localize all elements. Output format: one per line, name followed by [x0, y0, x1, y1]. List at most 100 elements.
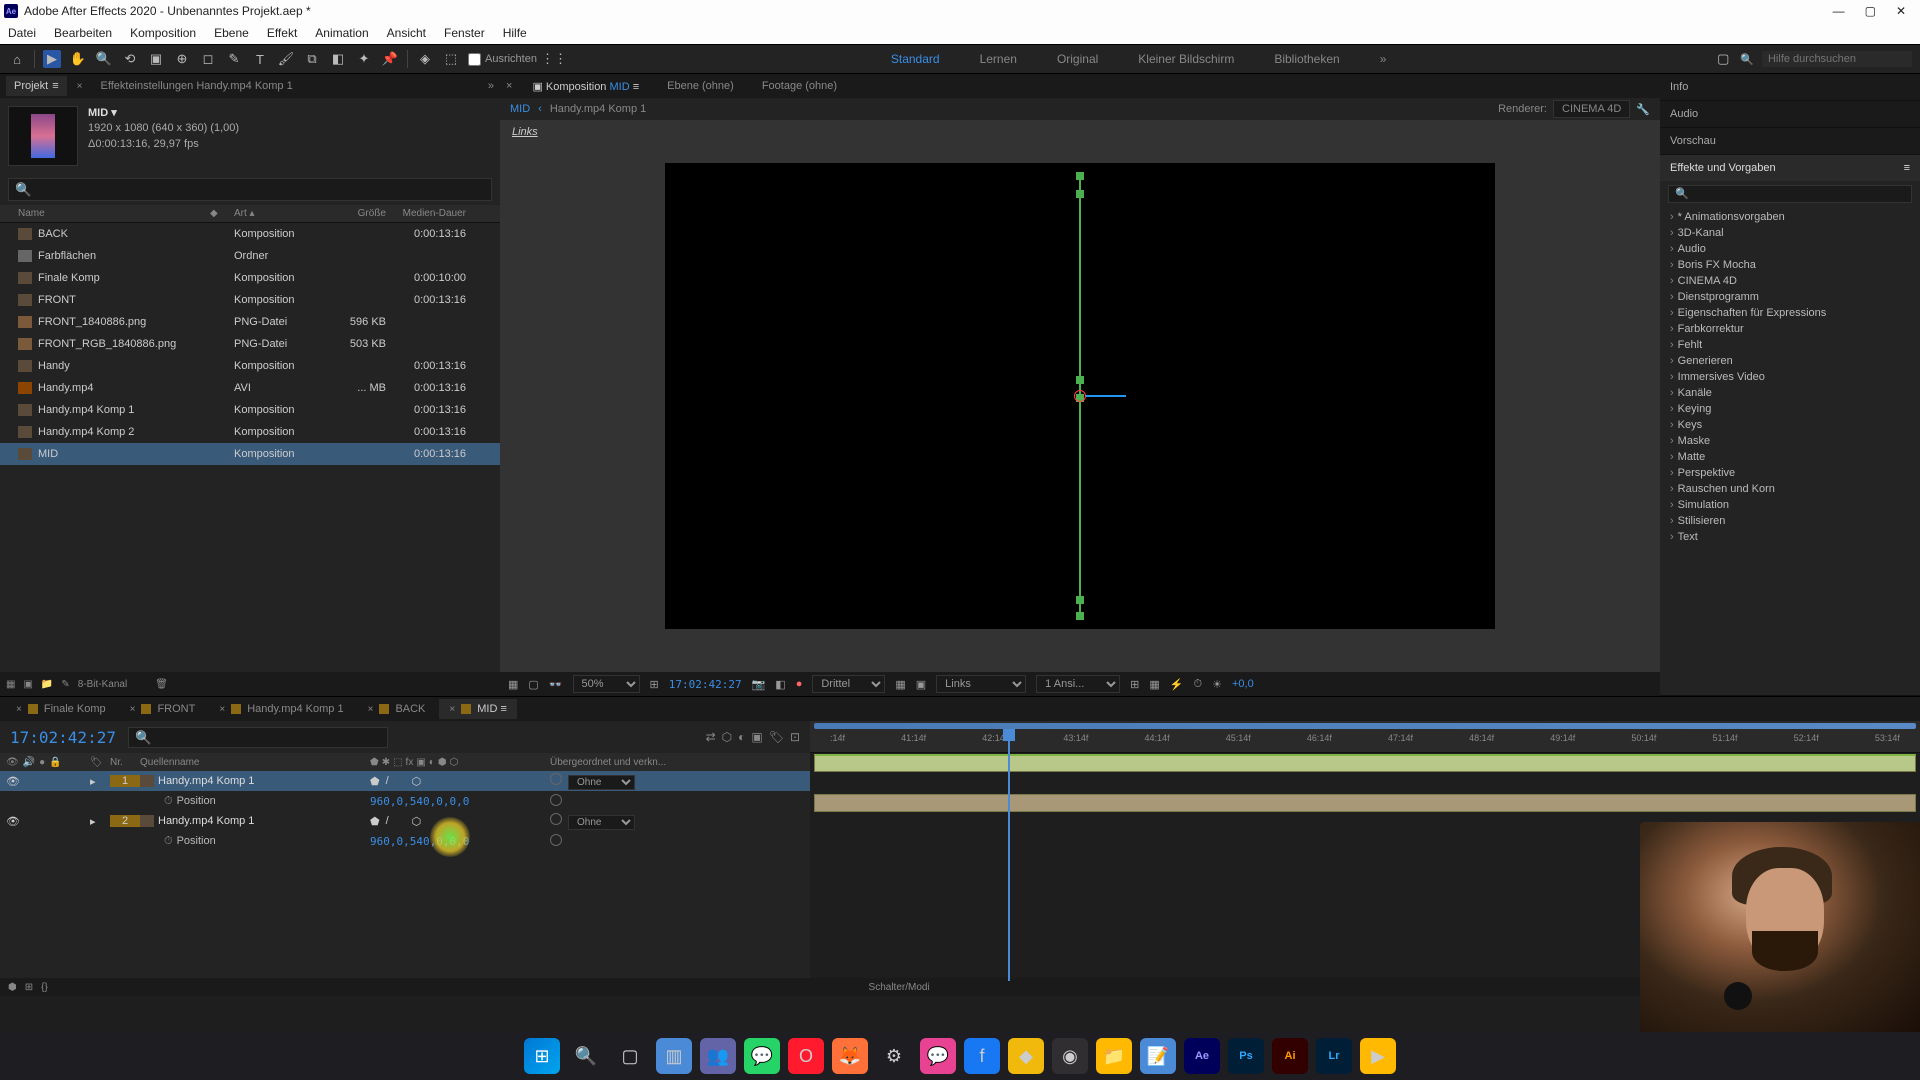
clone-tool-icon[interactable]: ⧉ — [303, 50, 321, 68]
3d-icon[interactable]: ▣ — [916, 678, 926, 691]
panel-audio[interactable]: Audio — [1660, 101, 1920, 127]
tab-projekt[interactable]: Projekt ≡ — [6, 76, 67, 96]
expression-pickwhip-icon[interactable] — [550, 834, 562, 846]
menu-hilfe[interactable]: Hilfe — [503, 26, 527, 40]
panel-menu-icon[interactable]: ≡ — [1904, 162, 1910, 174]
project-item[interactable]: FRONT_RGB_1840886.png PNG-Datei 503 KB — [0, 333, 500, 355]
switches-modes-label[interactable]: Schalter/Modi — [869, 982, 930, 993]
source-header[interactable]: Quellenname — [140, 757, 370, 768]
col-name-header[interactable]: Name — [0, 208, 210, 219]
renderer-dropdown[interactable]: CINEMA 4D — [1553, 100, 1630, 118]
timeline-tab[interactable]: ×Handy.mp4 Komp 1 — [209, 699, 353, 719]
breadcrumb-handy[interactable]: Handy.mp4 Komp 1 — [550, 103, 646, 115]
col-size-header[interactable]: Größe — [334, 208, 394, 219]
whatsapp-icon[interactable]: 💬 — [744, 1038, 780, 1074]
brush-tool-icon[interactable]: 🖌 — [277, 50, 295, 68]
effect-category[interactable]: Eigenschaften für Expressions — [1660, 305, 1920, 321]
effect-category[interactable]: CINEMA 4D — [1660, 273, 1920, 289]
menu-datei[interactable]: Datei — [8, 26, 36, 40]
search-taskbar-icon[interactable]: 🔍 — [568, 1038, 604, 1074]
timeline-tab[interactable]: ×Finale Komp — [6, 699, 116, 719]
messenger-icon[interactable]: 💬 — [920, 1038, 956, 1074]
opera-icon[interactable]: O — [788, 1038, 824, 1074]
col-type-header[interactable]: Art ▴ — [234, 208, 334, 219]
channel-icon[interactable]: ● — [796, 678, 803, 690]
effect-category[interactable]: Audio — [1660, 241, 1920, 257]
tab-footage[interactable]: Footage (ohne) — [754, 76, 845, 96]
canvas[interactable] — [665, 163, 1495, 629]
region-icon[interactable]: ◧ — [775, 678, 785, 691]
anchor-point-icon[interactable] — [1074, 390, 1086, 402]
col-tag-header[interactable]: ◆ — [210, 208, 234, 219]
project-item[interactable]: Handy.mp4 AVI ... MB 0:00:13:16 — [0, 377, 500, 399]
interpret-icon[interactable]: ▦ — [6, 679, 15, 690]
effects-search-input[interactable] — [1668, 185, 1912, 203]
project-item[interactable]: FRONT_1840886.png PNG-Datei 596 KB — [0, 311, 500, 333]
shy-header-icon[interactable]: 🏷 — [90, 757, 110, 768]
tab-ebene[interactable]: Ebene (ohne) — [659, 76, 742, 96]
composition-viewer[interactable]: Links — [500, 120, 1660, 672]
tab-close-icon[interactable]: × — [368, 704, 374, 715]
menu-animation[interactable]: Animation — [315, 26, 368, 40]
tab-close-icon[interactable]: × — [219, 704, 225, 715]
bpc-label[interactable]: 8-Bit-Kanal — [78, 679, 127, 690]
project-item[interactable]: Handy Komposition 0:00:13:16 — [0, 355, 500, 377]
toggle-modes-icon[interactable]: ⊞ — [25, 982, 33, 993]
pickwhip-icon[interactable] — [550, 773, 562, 785]
effect-category[interactable]: Stilisieren — [1660, 513, 1920, 529]
menu-ebene[interactable]: Ebene — [214, 26, 249, 40]
selection-tool-icon[interactable]: ▶ — [43, 50, 61, 68]
position-value[interactable]: 960,0,540,0,0,0 — [370, 795, 530, 808]
layer-property-row[interactable]: ⏱ Position 960,0,540,0,0,0 — [0, 831, 810, 851]
menu-effekt[interactable]: Effekt — [267, 26, 297, 40]
visibility-eye-icon[interactable]: 👁 — [6, 775, 20, 788]
timeline-timecode[interactable]: 17:02:42:27 — [10, 728, 116, 747]
fast-preview-icon[interactable]: ⚡ — [1170, 678, 1184, 691]
app-icon-3[interactable]: ▶ — [1360, 1038, 1396, 1074]
renderer-settings-icon[interactable]: 🔧 — [1636, 103, 1650, 116]
transparency-icon[interactable]: ▦ — [895, 678, 905, 691]
app-icon-2[interactable]: ◆ — [1008, 1038, 1044, 1074]
timeline-tab[interactable]: ×MID ≡ — [439, 699, 516, 719]
goggles-icon[interactable]: 👓 — [549, 678, 563, 691]
project-item[interactable]: MID Komposition 0:00:13:16 — [0, 443, 500, 465]
tl-frame-icon[interactable]: ▣ — [751, 730, 762, 744]
parent-header[interactable]: Übergeordnet und verkn... — [530, 757, 810, 768]
project-item[interactable]: Handy.mp4 Komp 2 Komposition 0:00:13:16 — [0, 421, 500, 443]
effect-category[interactable]: Rauschen und Korn — [1660, 481, 1920, 497]
layer-clip[interactable] — [814, 754, 1916, 772]
home-icon[interactable]: ⌂ — [8, 50, 26, 68]
pickwhip-icon[interactable] — [550, 813, 562, 825]
timeline-search-input[interactable] — [128, 727, 388, 748]
effect-category[interactable]: Immersives Video — [1660, 369, 1920, 385]
workspace-more-icon[interactable]: » — [1380, 52, 1387, 66]
roto-tool-icon[interactable]: ✦ — [355, 50, 373, 68]
workspace-original[interactable]: Original — [1057, 52, 1098, 66]
views-count-dropdown[interactable]: 1 Ansi... — [1036, 675, 1120, 693]
effect-category[interactable]: Matte — [1660, 449, 1920, 465]
project-search-input[interactable] — [8, 178, 492, 201]
ps-taskbar-icon[interactable]: Ps — [1228, 1038, 1264, 1074]
num-header[interactable]: Nr. — [110, 757, 140, 768]
explorer-icon[interactable]: ▥ — [656, 1038, 692, 1074]
comp-tab-close-icon[interactable]: × — [506, 80, 512, 92]
col-dur-header[interactable]: Medien-Dauer — [394, 208, 474, 219]
type-tool-icon[interactable]: T — [251, 50, 269, 68]
panel-expand-icon[interactable]: » — [488, 80, 494, 92]
grid-icon[interactable]: ⊞ — [1130, 678, 1139, 691]
z-axis-handle[interactable] — [1086, 395, 1126, 397]
menu-bearbeiten[interactable]: Bearbeiten — [54, 26, 112, 40]
workspace-klein[interactable]: Kleiner Bildschirm — [1138, 52, 1234, 66]
exposure-icon[interactable]: ☀ — [1212, 678, 1222, 691]
expression-pickwhip-icon[interactable] — [550, 794, 562, 806]
zoom-dropdown[interactable]: 50% — [573, 675, 640, 693]
stopwatch-icon[interactable]: ⏱ — [164, 795, 173, 808]
project-item[interactable]: Handy.mp4 Komp 1 Komposition 0:00:13:16 — [0, 399, 500, 421]
resolution-dropdown[interactable]: Drittel — [812, 675, 885, 693]
menu-komposition[interactable]: Komposition — [130, 26, 196, 40]
workspace-standard[interactable]: Standard — [891, 52, 940, 66]
playhead[interactable] — [1003, 729, 1015, 741]
effect-category[interactable]: Keying — [1660, 401, 1920, 417]
panel-info[interactable]: Info — [1660, 74, 1920, 100]
camera-tool-icon[interactable]: ▣ — [147, 50, 165, 68]
